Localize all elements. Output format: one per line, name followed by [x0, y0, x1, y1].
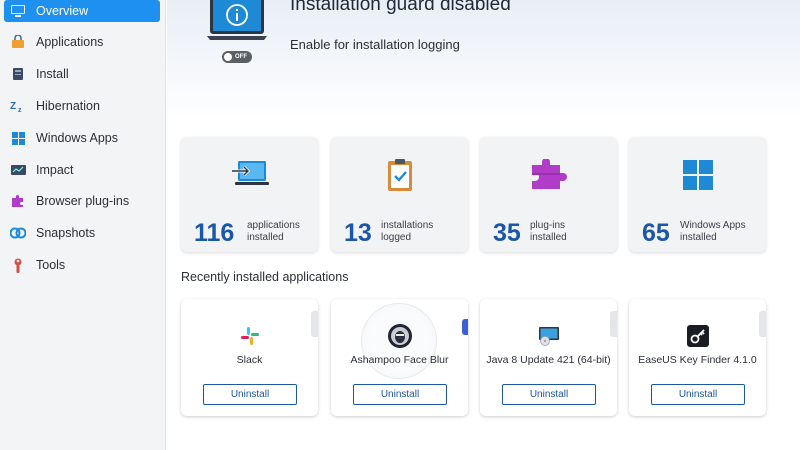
- installation-guard-toggle[interactable]: OFF: [222, 51, 252, 63]
- sidebar-item-windows-apps[interactable]: Windows Apps: [4, 127, 160, 149]
- info-laptop-icon: [207, 0, 267, 42]
- stat-label: plug-ins installed: [530, 220, 600, 244]
- sidebar-item-browser-plugins[interactable]: Browser plug-ins: [4, 190, 160, 212]
- sidebar-item-label: Snapshots: [36, 226, 96, 240]
- app-card-java[interactable]: Java 8 Update 421 (64-bit) Uninstall: [480, 299, 617, 416]
- guard-status-subtitle: Enable for installation logging: [290, 37, 460, 52]
- face-blur-icon: [387, 323, 413, 349]
- install-icon: [10, 66, 26, 82]
- stat-label-line1: Windows Apps: [680, 220, 746, 231]
- card-tab: [759, 311, 766, 337]
- sidebar-item-label: Impact: [36, 163, 74, 177]
- sidebar-item-label: Tools: [36, 258, 66, 272]
- stat-card-installations[interactable]: 13 installations logged: [331, 137, 468, 252]
- app-card-slack[interactable]: Slack Uninstall: [181, 299, 318, 416]
- sidebar-item-hibernation[interactable]: Zz Hibernation: [4, 95, 160, 117]
- app-card-ashampoo-face-blur[interactable]: Ashampoo Face Blur Uninstall: [331, 299, 468, 416]
- guard-status-title: Installation guard disabled: [290, 0, 511, 15]
- stat-label-line2: installed: [247, 232, 284, 243]
- sidebar-item-label: Windows Apps: [36, 131, 118, 145]
- card-tab: [610, 311, 617, 337]
- stat-label-line1: applications: [247, 220, 300, 231]
- uninstall-button[interactable]: Uninstall: [651, 384, 745, 405]
- stat-label-line2: logged: [381, 232, 412, 243]
- sidebar-item-label: Applications: [36, 35, 104, 49]
- puzzle-icon: [10, 193, 26, 209]
- stat-label-line1: installations: [381, 220, 434, 231]
- sidebar-item-applications[interactable]: Applications: [4, 31, 160, 53]
- clipboard-check-icon: [380, 157, 420, 193]
- puzzle-icon: [529, 157, 569, 193]
- app-name: Slack: [236, 354, 263, 366]
- java-icon: [538, 325, 560, 347]
- stat-label: applications installed: [247, 220, 317, 244]
- sidebar-item-label: Browser plug-ins: [36, 194, 130, 208]
- sidebar-item-label: Overview: [36, 4, 89, 18]
- key-icon: [686, 325, 709, 347]
- stat-value: 13: [344, 219, 372, 247]
- snapshots-icon: [10, 225, 26, 241]
- stat-card-windows-apps[interactable]: 65 Windows Apps installed: [629, 137, 766, 252]
- card-side-handle[interactable]: [462, 319, 468, 335]
- app-name: Ashampoo Face Blur: [350, 354, 449, 366]
- svg-text:z: z: [18, 107, 22, 113]
- stat-label-line2: installed: [680, 232, 717, 243]
- recent-apps-heading: Recently installed applications: [181, 270, 349, 284]
- sidebar-item-tools[interactable]: Tools: [4, 254, 160, 276]
- applications-icon: [10, 34, 26, 50]
- sidebar-item-label: Install: [36, 67, 69, 81]
- toggle-label: OFF: [235, 54, 247, 60]
- stat-value: 116: [194, 219, 235, 247]
- stat-card-applications[interactable]: 116 applications installed: [181, 137, 318, 252]
- laptop-import-icon: [230, 157, 270, 193]
- stat-label-line2: installed: [530, 232, 567, 243]
- sidebar-item-overview[interactable]: Overview: [4, 0, 160, 22]
- monitor-icon: [10, 3, 26, 19]
- sidebar-item-snapshots[interactable]: Snapshots: [4, 222, 160, 244]
- app-name: EaseUS Key Finder 4.1.0: [638, 354, 757, 366]
- app-name: Java 8 Update 421 (64-bit): [486, 354, 611, 366]
- windows-icon: [10, 130, 26, 146]
- sidebar: Overview Applications Install Zz Hiberna…: [0, 0, 166, 450]
- stat-label: installations logged: [381, 220, 451, 244]
- stat-value: 65: [642, 219, 670, 247]
- sidebar-item-label: Hibernation: [36, 99, 100, 113]
- hibernation-icon: Zz: [10, 98, 26, 114]
- stat-label-line1: plug-ins: [530, 220, 566, 231]
- stat-card-plugins[interactable]: 35 plug-ins installed: [480, 137, 617, 252]
- stat-value: 35: [493, 219, 521, 247]
- stat-label: Windows Apps installed: [680, 220, 750, 244]
- card-tab: [311, 311, 318, 337]
- tools-icon: [10, 257, 26, 273]
- impact-icon: [10, 162, 26, 178]
- sidebar-item-impact[interactable]: Impact: [4, 159, 160, 181]
- slack-icon: [239, 325, 261, 347]
- uninstall-button[interactable]: Uninstall: [203, 384, 297, 405]
- uninstall-button[interactable]: Uninstall: [353, 384, 447, 405]
- toggle-knob: [224, 53, 232, 61]
- svg-text:Z: Z: [10, 101, 16, 112]
- windows-logo-icon: [678, 157, 718, 193]
- uninstall-button[interactable]: Uninstall: [502, 384, 596, 405]
- sidebar-item-install[interactable]: Install: [4, 63, 160, 85]
- app-card-easeus-key-finder[interactable]: EaseUS Key Finder 4.1.0 Uninstall: [629, 299, 766, 416]
